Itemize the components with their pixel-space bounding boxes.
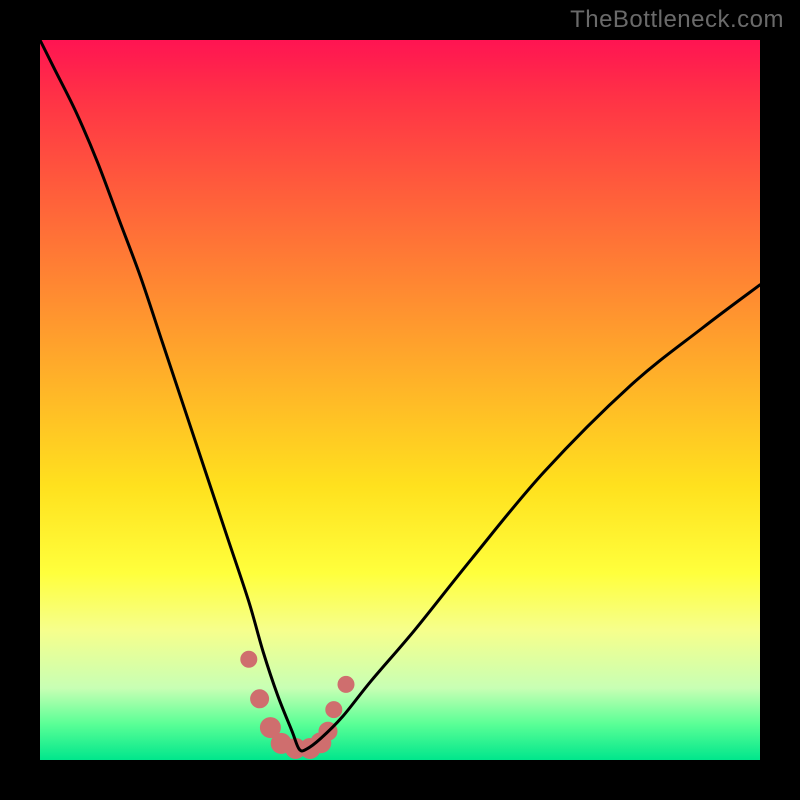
curve-marker xyxy=(338,676,354,692)
watermark-label: TheBottleneck.com xyxy=(570,6,784,34)
curve-marker xyxy=(326,702,342,718)
plot-area xyxy=(40,40,760,760)
chart-frame: TheBottleneck.com xyxy=(0,0,800,800)
chart-svg xyxy=(40,40,760,760)
curve-marker xyxy=(241,651,257,667)
bottleneck-curve xyxy=(40,40,760,751)
curve-marker xyxy=(251,690,269,708)
